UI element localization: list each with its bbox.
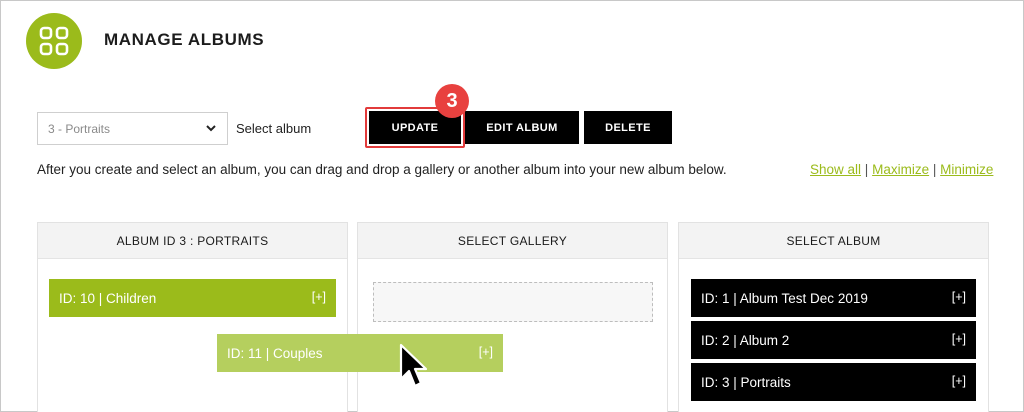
show-all-link[interactable]: Show all bbox=[810, 162, 861, 177]
album-item[interactable]: ID: 10 | Children [+] bbox=[49, 279, 336, 317]
step-badge: 3 bbox=[435, 84, 469, 118]
instructions-text: After you create and select an album, yo… bbox=[37, 162, 727, 177]
album-panel-title: ALBUM ID 3 : PORTRAITS bbox=[38, 223, 347, 259]
link-separator: | bbox=[932, 162, 937, 177]
view-links: Show all | Maximize | Minimize bbox=[810, 162, 993, 177]
gallery-drop-zone[interactable] bbox=[373, 282, 653, 322]
select-album-label: Select album bbox=[236, 121, 312, 136]
add-item-button[interactable]: [+] bbox=[952, 374, 966, 388]
mouse-pointer-icon bbox=[398, 343, 428, 396]
delete-button[interactable]: DELETE bbox=[584, 111, 672, 144]
dragged-album-item[interactable]: ID: 11 | Couples [+] bbox=[217, 334, 503, 372]
minimize-link[interactable]: Minimize bbox=[940, 162, 993, 177]
album-list-item[interactable]: ID: 1 | Album Test Dec 2019 [+] bbox=[691, 279, 976, 317]
add-item-button[interactable]: [+] bbox=[479, 345, 493, 359]
add-item-button[interactable]: [+] bbox=[952, 290, 966, 304]
select-album-panel-title: SELECT ALBUM bbox=[679, 223, 988, 259]
album-list-item-label: ID: 3 | Portraits bbox=[701, 374, 791, 390]
gallery-panel-title: SELECT GALLERY bbox=[358, 223, 667, 259]
album-list-item[interactable]: ID: 3 | Portraits [+] bbox=[691, 363, 976, 401]
album-list-item-label: ID: 2 | Album 2 bbox=[701, 332, 790, 348]
album-list-item[interactable]: ID: 2 | Album 2 [+] bbox=[691, 321, 976, 359]
grid-icon bbox=[26, 13, 82, 69]
album-select[interactable]: 3 - Portraits bbox=[37, 112, 228, 145]
add-item-button[interactable]: [+] bbox=[312, 290, 326, 304]
dragged-item-label: ID: 11 | Couples bbox=[227, 345, 323, 361]
add-item-button[interactable]: [+] bbox=[952, 332, 966, 346]
album-list-item-label: ID: 1 | Album Test Dec 2019 bbox=[701, 290, 868, 306]
album-item-label: ID: 10 | Children bbox=[59, 290, 157, 306]
maximize-link[interactable]: Maximize bbox=[872, 162, 929, 177]
page-title: MANAGE ALBUMS bbox=[104, 30, 265, 49]
edit-album-button[interactable]: EDIT ALBUM bbox=[465, 111, 579, 144]
album-select-value: 3 - Portraits bbox=[48, 121, 111, 136]
album-contents-panel: ALBUM ID 3 : PORTRAITS bbox=[37, 222, 348, 412]
chevron-down-icon bbox=[205, 122, 217, 137]
link-separator: | bbox=[864, 162, 869, 177]
